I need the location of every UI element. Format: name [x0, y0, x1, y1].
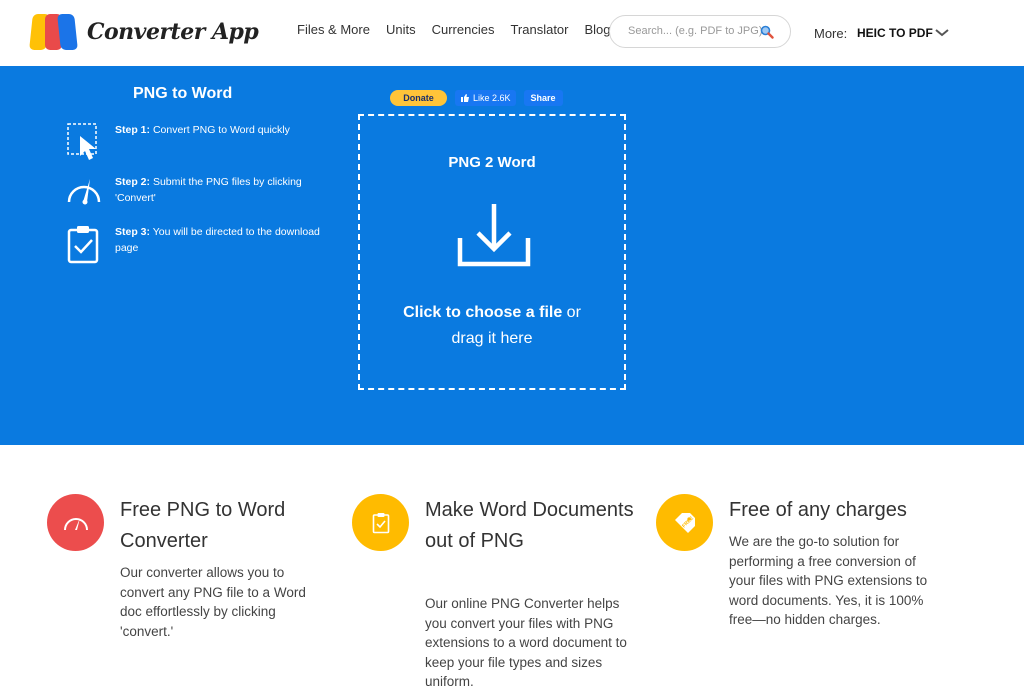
feature-icon-badge — [352, 494, 409, 551]
feature-title: Free PNG to Word Converter — [120, 499, 286, 552]
share-button[interactable]: Share — [523, 90, 563, 106]
logo[interactable]: Converter App — [29, 14, 259, 50]
speedometer-icon — [63, 517, 88, 530]
search-box[interactable] — [609, 15, 791, 48]
steps-title: PNG to Word — [133, 85, 233, 102]
thumbs-up-icon — [461, 94, 469, 102]
step-2: Step 2: Submit the PNG files by clicking… — [66, 174, 325, 216]
cursor-icon — [67, 123, 97, 160]
nav-files-more[interactable]: Files & More — [297, 22, 370, 37]
step-1: Step 1: Convert PNG to Word quickly — [66, 122, 325, 164]
main-nav: Files & More Units Currencies Translator… — [297, 22, 627, 37]
clipboard-check-icon — [67, 226, 99, 264]
choose-file-link[interactable]: Click to choose a file — [403, 304, 562, 321]
header: Converter App Files & More Units Currenc… — [0, 0, 1024, 66]
like-label: Like 2.6K — [473, 93, 511, 103]
feature-body: Our online PNG Converter helps you conve… — [425, 596, 627, 689]
dropzone-title: PNG 2 Word — [448, 154, 536, 171]
like-button[interactable]: Like 2.6K — [455, 90, 516, 106]
dropzone-cta-or: or — [562, 304, 581, 321]
logo-text: Converter App — [87, 19, 259, 45]
nav-units[interactable]: Units — [386, 22, 416, 37]
file-dropzone[interactable]: PNG 2 Word Click to choose a file or dra… — [358, 114, 626, 390]
feature-title: Free of any charges — [729, 499, 907, 521]
step-3-label: Step 3: — [115, 226, 151, 238]
speedometer-icon — [67, 179, 101, 205]
step-2-label: Step 2: — [115, 176, 151, 188]
logo-mark — [29, 14, 80, 50]
step-3: Step 3: You will be directed to the down… — [66, 224, 325, 266]
hero-section: PNG to Word Step 1: Convert PNG to Word … — [0, 66, 1024, 445]
nav-blog[interactable]: Blog — [585, 22, 611, 37]
nav-currencies[interactable]: Currencies — [432, 22, 495, 37]
feature-icon-badge — [47, 494, 104, 551]
clipboard-check-icon — [372, 512, 389, 533]
dropzone-cta: Click to choose a file or drag it here — [360, 300, 624, 352]
step-1-text: Convert PNG to Word quickly — [152, 124, 290, 136]
donate-button[interactable]: Donate — [390, 90, 447, 106]
chevron-down-icon — [935, 29, 949, 37]
feature-body: We are the go-to solution for performing… — [729, 534, 928, 627]
feature-icon-badge: FREE — [656, 494, 713, 551]
search-input[interactable] — [626, 24, 765, 38]
step-1-label: Step 1: — [115, 124, 151, 136]
free-tag-icon: FREE — [674, 512, 695, 533]
download-icon — [457, 204, 531, 267]
more-selected-value: HEIC TO PDF — [857, 26, 933, 40]
feature-body: Our converter allows you to convert any … — [120, 565, 306, 639]
social-buttons: Donate Like 2.6K Share — [390, 90, 563, 106]
nav-translator[interactable]: Translator — [510, 22, 568, 37]
more-label: More: — [814, 26, 848, 41]
more-dropdown[interactable]: HEIC TO PDF — [857, 26, 949, 40]
dropzone-cta-drag: drag it here — [451, 330, 533, 347]
feature-title: Make Word Documents out of PNG — [425, 499, 634, 552]
search-icon[interactable] — [760, 25, 774, 39]
